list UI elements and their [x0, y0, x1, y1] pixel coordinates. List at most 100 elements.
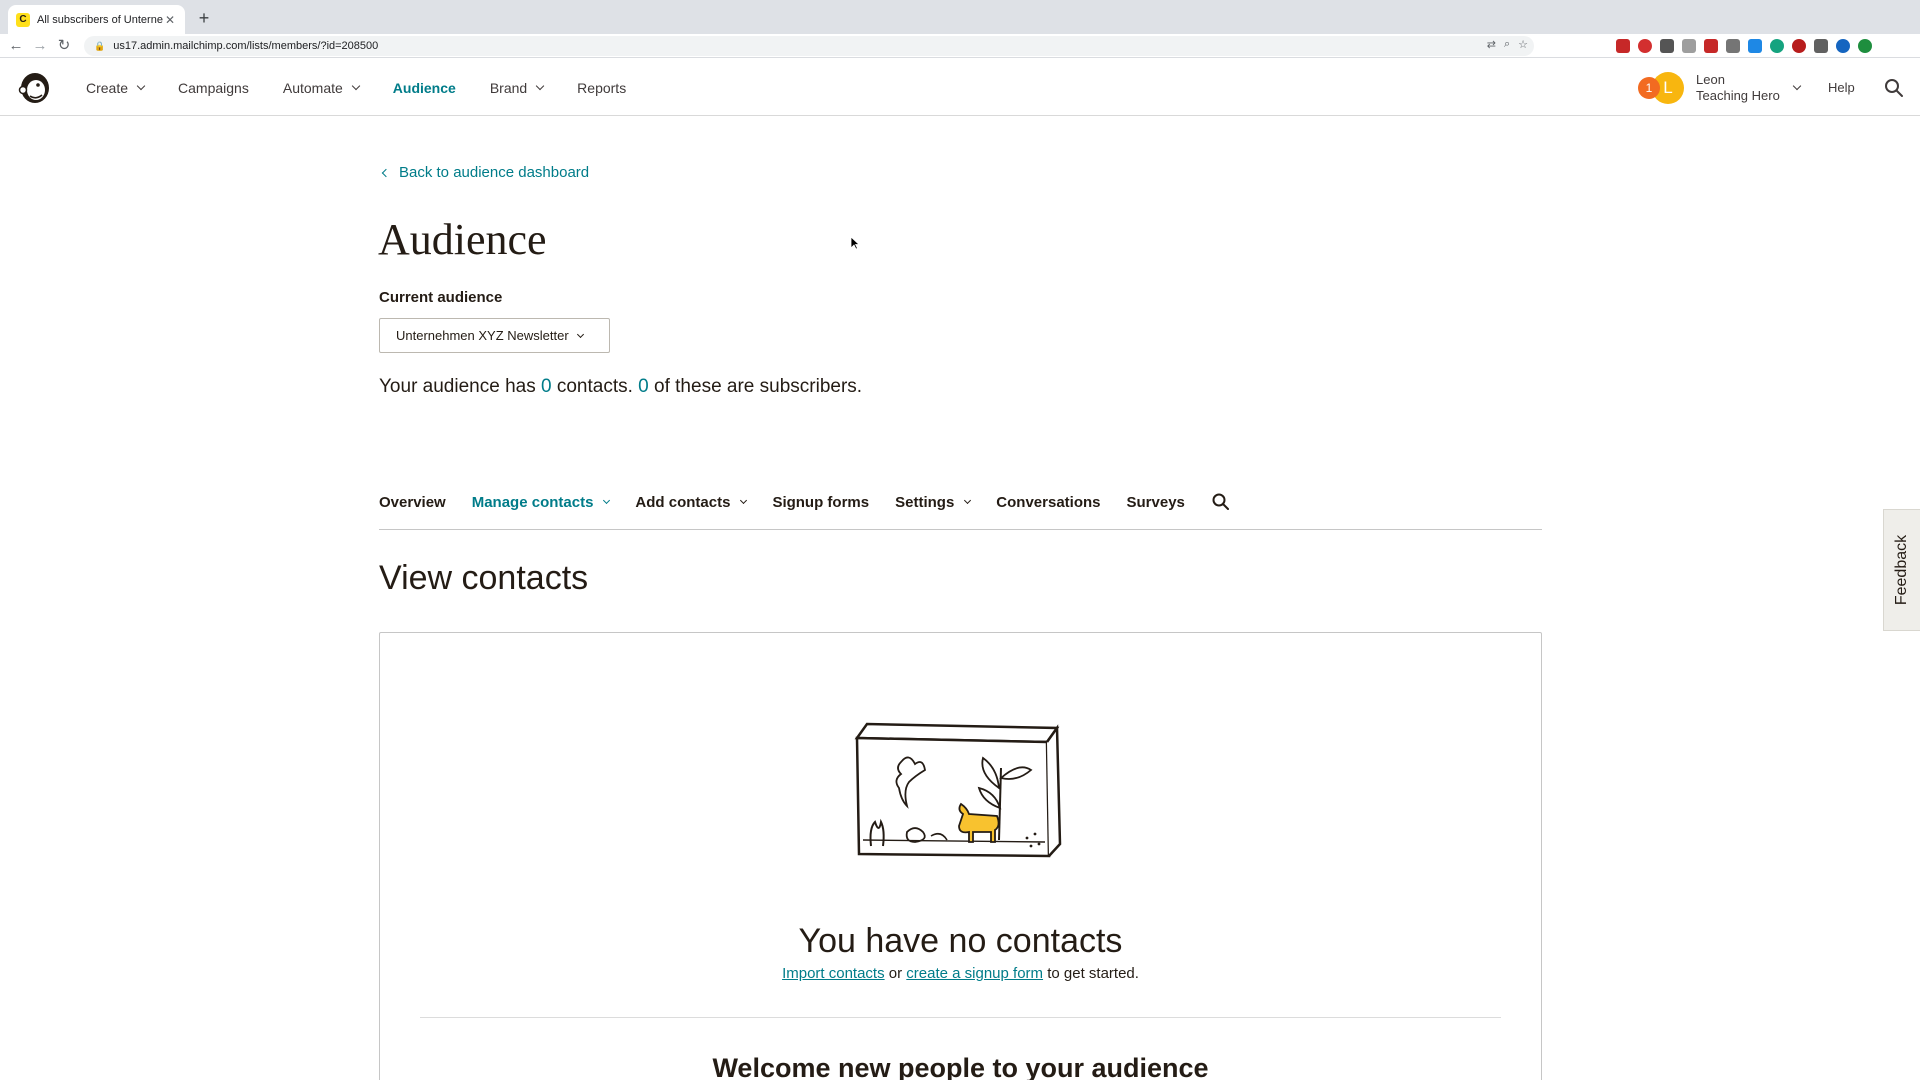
- nav-automate-label: Automate: [282, 79, 343, 96]
- back-link-label: Back to audience dashboard: [399, 164, 590, 181]
- nav-reports-label: Reports: [577, 79, 627, 96]
- extension-icon[interactable]: [1726, 39, 1740, 53]
- empty-suffix-text: to get started.: [1043, 965, 1139, 982]
- nav-audience[interactable]: Audience: [393, 80, 456, 96]
- user-org: Teaching Hero: [1696, 88, 1780, 103]
- empty-state-title: You have no contacts: [798, 922, 1123, 960]
- tab-add-contacts[interactable]: Add contacts: [635, 494, 748, 511]
- nav-brand-label: Brand: [489, 79, 528, 96]
- extension-icon[interactable]: [1748, 39, 1762, 53]
- user-name: Leon: [1696, 72, 1725, 87]
- search-icon[interactable]: [1211, 492, 1231, 512]
- main-nav: Create Campaigns Automate Audience Brand…: [86, 59, 660, 116]
- account-menu[interactable]: 1 L Leon Teaching Hero: [1638, 71, 1802, 105]
- chevron-down-icon: [740, 496, 748, 505]
- nav-create[interactable]: Create: [86, 79, 146, 96]
- profile-icon[interactable]: [1836, 39, 1850, 53]
- translate-icon[interactable]: ⇄: [1487, 38, 1496, 51]
- chevron-down-icon: [964, 496, 972, 505]
- tab-conversations[interactable]: Conversations: [996, 494, 1100, 511]
- audience-select-value: Unternehmen XYZ Newsletter: [396, 328, 569, 343]
- audience-select[interactable]: Unternehmen XYZ Newsletter: [379, 318, 610, 353]
- create-signup-form-link[interactable]: create a signup form: [906, 965, 1043, 982]
- url-text: us17.admin.mailchimp.com/lists/members/?…: [113, 40, 379, 52]
- bookmark-star-icon[interactable]: ☆: [1518, 38, 1528, 51]
- empty-or-text: or: [884, 965, 907, 982]
- mouse-cursor-icon: [850, 236, 860, 250]
- nav-campaigns-label: Campaigns: [178, 79, 249, 96]
- tab-settings-label: Settings: [895, 494, 955, 511]
- feedback-label: Feedback: [1893, 534, 1910, 606]
- browser-tab[interactable]: C All subscribers of Unternehmen XYZ New…: [8, 5, 185, 34]
- mailchimp-favicon-icon: C: [16, 12, 30, 27]
- chevron-left-icon: [381, 168, 391, 177]
- chevron-down-icon: [576, 330, 584, 338]
- import-contacts-link[interactable]: Import contacts: [782, 965, 885, 982]
- extension-icon[interactable]: [1858, 39, 1872, 53]
- panel-divider: [420, 1017, 1501, 1018]
- chevron-down-icon: [535, 81, 545, 90]
- reload-icon[interactable]: ↻: [54, 36, 74, 56]
- extension-icon[interactable]: [1814, 39, 1828, 53]
- tab-surveys[interactable]: Surveys: [1127, 494, 1185, 511]
- chevron-down-icon: [1792, 81, 1802, 91]
- extension-icon[interactable]: [1682, 39, 1696, 53]
- current-audience-label: Current audience: [379, 289, 503, 306]
- tab-signup-forms[interactable]: Signup forms: [772, 494, 869, 511]
- extensions-bar: [1616, 39, 1872, 53]
- feedback-tab[interactable]: Feedback: [1883, 509, 1920, 631]
- terrarium-illustration: [854, 722, 1062, 858]
- search-icon[interactable]: [1884, 78, 1904, 98]
- subscribers-count: 0: [638, 376, 649, 397]
- nav-reports[interactable]: Reports: [577, 80, 626, 96]
- welcome-title: Welcome new people to your audience: [712, 1053, 1209, 1080]
- tab-signup-forms-label: Signup forms: [772, 494, 870, 511]
- extension-icon[interactable]: [1770, 39, 1784, 53]
- section-title: View contacts: [379, 559, 589, 597]
- browser-tab-title: All subscribers of Unternehmen XYZ Newsl…: [37, 13, 163, 26]
- tab-manage-contacts-label: Manage contacts: [471, 494, 594, 511]
- tab-manage-contacts[interactable]: Manage contacts: [471, 494, 611, 511]
- back-arrow-icon[interactable]: ←: [6, 36, 26, 56]
- extension-icon[interactable]: [1704, 39, 1718, 53]
- forward-arrow-icon[interactable]: →: [30, 36, 50, 56]
- summary-prefix: Your audience has: [379, 376, 541, 397]
- account-name: Leon Teaching Hero: [1696, 72, 1780, 104]
- tab-overview-label: Overview: [379, 494, 446, 511]
- app-header: Create Campaigns Automate Audience Brand…: [0, 59, 1920, 116]
- audience-subnav: Overview Manage contacts Add contacts Si…: [379, 492, 1542, 530]
- nav-brand[interactable]: Brand: [489, 79, 545, 96]
- browser-toolbar: ← → ↻ 🔒 us17.admin.mailchimp.com/lists/m…: [0, 34, 1920, 58]
- new-tab-button[interactable]: +: [192, 6, 216, 30]
- extension-icon[interactable]: [1616, 39, 1630, 53]
- page-title: Audience: [378, 215, 547, 264]
- lock-icon: 🔒: [94, 40, 106, 51]
- help-link[interactable]: Help: [1828, 80, 1855, 95]
- address-bar[interactable]: 🔒 us17.admin.mailchimp.com/lists/members…: [84, 36, 1534, 56]
- extension-icon[interactable]: [1638, 39, 1652, 53]
- tab-overview[interactable]: Overview: [379, 494, 446, 511]
- empty-state-text: Import contacts or create a signup form …: [379, 965, 1542, 982]
- summary-suffix: of these are subscribers.: [648, 376, 863, 397]
- back-to-dashboard-link[interactable]: Back to audience dashboard: [381, 164, 590, 181]
- tab-surveys-label: Surveys: [1126, 494, 1185, 511]
- nav-campaigns[interactable]: Campaigns: [178, 80, 249, 96]
- tab-add-contacts-label: Add contacts: [635, 494, 731, 511]
- chevron-down-icon: [351, 81, 361, 90]
- extension-icon[interactable]: [1792, 39, 1806, 53]
- chevron-down-icon: [136, 81, 146, 90]
- mailchimp-logo-icon[interactable]: [17, 69, 53, 105]
- close-tab-icon[interactable]: ✕: [163, 13, 177, 27]
- audience-summary: Your audience has 0 contacts. 0 of these…: [379, 376, 862, 398]
- nav-create-label: Create: [86, 79, 129, 96]
- notification-badge[interactable]: 1: [1638, 77, 1660, 99]
- extension-icon[interactable]: [1660, 39, 1674, 53]
- nav-audience-label: Audience: [392, 79, 456, 96]
- nav-automate[interactable]: Automate: [282, 79, 361, 96]
- contacts-count: 0: [540, 376, 552, 397]
- summary-middle: contacts.: [551, 376, 639, 397]
- zoom-icon[interactable]: ⌕: [1504, 38, 1510, 51]
- tab-settings[interactable]: Settings: [895, 494, 972, 511]
- chevron-down-icon: [603, 496, 611, 505]
- tab-conversations-label: Conversations: [996, 494, 1101, 511]
